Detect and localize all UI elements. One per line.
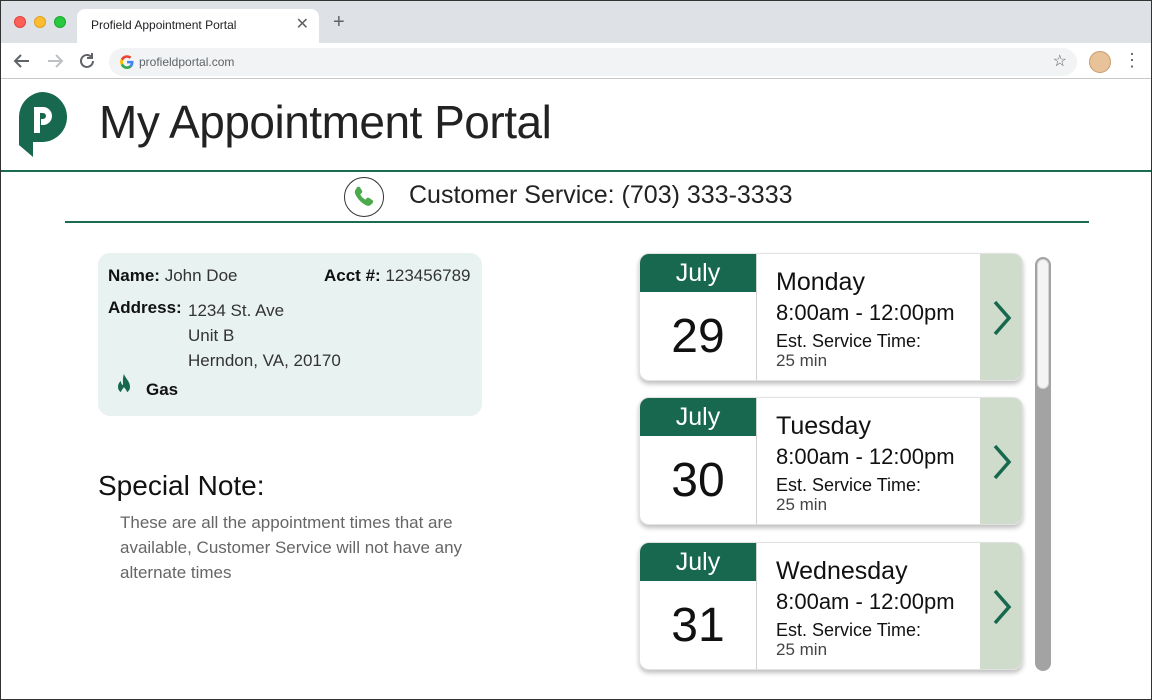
- est-service-value: 25 min: [776, 495, 828, 514]
- address-value: 1234 St. Ave Unit B Herndon, VA, 20170: [188, 298, 341, 373]
- browser-toolbar: profieldportal.com ☆ ⋮: [1, 43, 1151, 79]
- chevron-right-icon: [993, 444, 1012, 480]
- address-line-1: 1234 St. Ave: [188, 301, 285, 320]
- maximize-window-button[interactable]: [54, 16, 66, 28]
- flame-icon: [118, 374, 130, 396]
- chevron-right-icon: [993, 589, 1012, 625]
- minimize-window-button[interactable]: [34, 16, 46, 28]
- appointment-weekday: Tuesday: [776, 412, 871, 440]
- star-icon[interactable]: ☆: [1053, 52, 1067, 72]
- appointment-day: 31: [671, 599, 725, 652]
- address-bar[interactable]: profieldportal.com ☆: [109, 48, 1077, 76]
- scrollbar-thumb[interactable]: [1037, 259, 1049, 389]
- appointment-day: 30: [671, 454, 725, 507]
- account-row: Acct #: 123456789: [324, 266, 471, 286]
- est-service-label: Est. Service Time:: [776, 331, 922, 351]
- address-line-2: Unit B: [188, 326, 235, 345]
- customer-service-phone: Customer Service: (703) 333-3333: [409, 181, 793, 209]
- appointment-time: 8:00am - 12:00pm: [776, 444, 955, 469]
- reload-icon[interactable]: [75, 49, 99, 73]
- profile-icon[interactable]: [1089, 51, 1111, 73]
- appointment-card[interactable]: July 30 Tuesday 8:00am - 12:00pm Est. Se…: [639, 397, 1023, 525]
- appointment-time: 8:00am - 12:00pm: [776, 300, 955, 325]
- google-icon: [120, 55, 134, 69]
- special-note-body: These are all the appointment times that…: [120, 513, 463, 582]
- name-row: Name: John Doe: [108, 266, 237, 286]
- phone-icon[interactable]: [344, 177, 384, 217]
- appointment-card[interactable]: July 31 Wednesday 8:00am - 12:00pm Est. …: [639, 542, 1023, 670]
- tab-title: Profield Appointment Portal: [91, 18, 237, 32]
- profield-logo: [18, 92, 68, 157]
- est-service-label: Est. Service Time:: [776, 475, 922, 495]
- card-divider: [756, 254, 757, 380]
- select-appointment-button[interactable]: [980, 398, 1022, 524]
- tab-close-icon[interactable]: ✕: [296, 15, 309, 35]
- appointment-card[interactable]: July 29 Monday 8:00am - 12:00pm Est. Ser…: [639, 253, 1023, 381]
- header-divider: [1, 170, 1151, 172]
- appointment-month: July: [640, 254, 756, 292]
- close-window-button[interactable]: [14, 16, 26, 28]
- est-service-value: 25 min: [776, 351, 828, 370]
- browser-window: Profield Appointment Portal ✕ + profield…: [0, 0, 1152, 700]
- account-value: 123456789: [385, 266, 471, 285]
- page-title: My Appointment Portal: [99, 96, 552, 148]
- appointment-month: July: [640, 398, 756, 436]
- chevron-right-icon: [993, 300, 1012, 336]
- card-divider: [756, 543, 757, 669]
- address-line-3: Herndon, VA, 20170: [188, 351, 341, 370]
- est-service-label: Est. Service Time:: [776, 620, 922, 640]
- forward-arrow-icon[interactable]: [43, 49, 67, 73]
- appointment-weekday: Wednesday: [776, 557, 908, 585]
- appointment-day: 29: [671, 310, 725, 363]
- select-appointment-button[interactable]: [980, 543, 1022, 669]
- appointment-weekday: Monday: [776, 268, 865, 296]
- section-divider: [65, 221, 1089, 223]
- name-label: Name:: [108, 266, 160, 285]
- select-appointment-button[interactable]: [980, 254, 1022, 380]
- address-label: Address:: [108, 298, 182, 317]
- tab-bar: Profield Appointment Portal ✕ +: [1, 1, 1151, 43]
- special-note-title: Special Note:: [98, 470, 265, 501]
- scrollbar[interactable]: [1035, 257, 1051, 671]
- appointment-time: 8:00am - 12:00pm: [776, 589, 955, 614]
- menu-dots-icon[interactable]: ⋮: [1123, 49, 1141, 71]
- customer-info-card: Name: John Doe Acct #: 123456789 Address…: [98, 253, 482, 416]
- appointment-month: July: [640, 543, 756, 581]
- card-divider: [756, 398, 757, 524]
- name-value: John Doe: [164, 266, 238, 285]
- new-tab-button[interactable]: +: [333, 11, 345, 33]
- url-text: profieldportal.com: [139, 55, 235, 69]
- service-type-label: Gas: [146, 380, 179, 399]
- est-service-value: 25 min: [776, 640, 828, 659]
- browser-tab[interactable]: Profield Appointment Portal ✕: [77, 9, 319, 43]
- back-arrow-icon[interactable]: [10, 49, 34, 73]
- account-label: Acct #:: [324, 266, 381, 285]
